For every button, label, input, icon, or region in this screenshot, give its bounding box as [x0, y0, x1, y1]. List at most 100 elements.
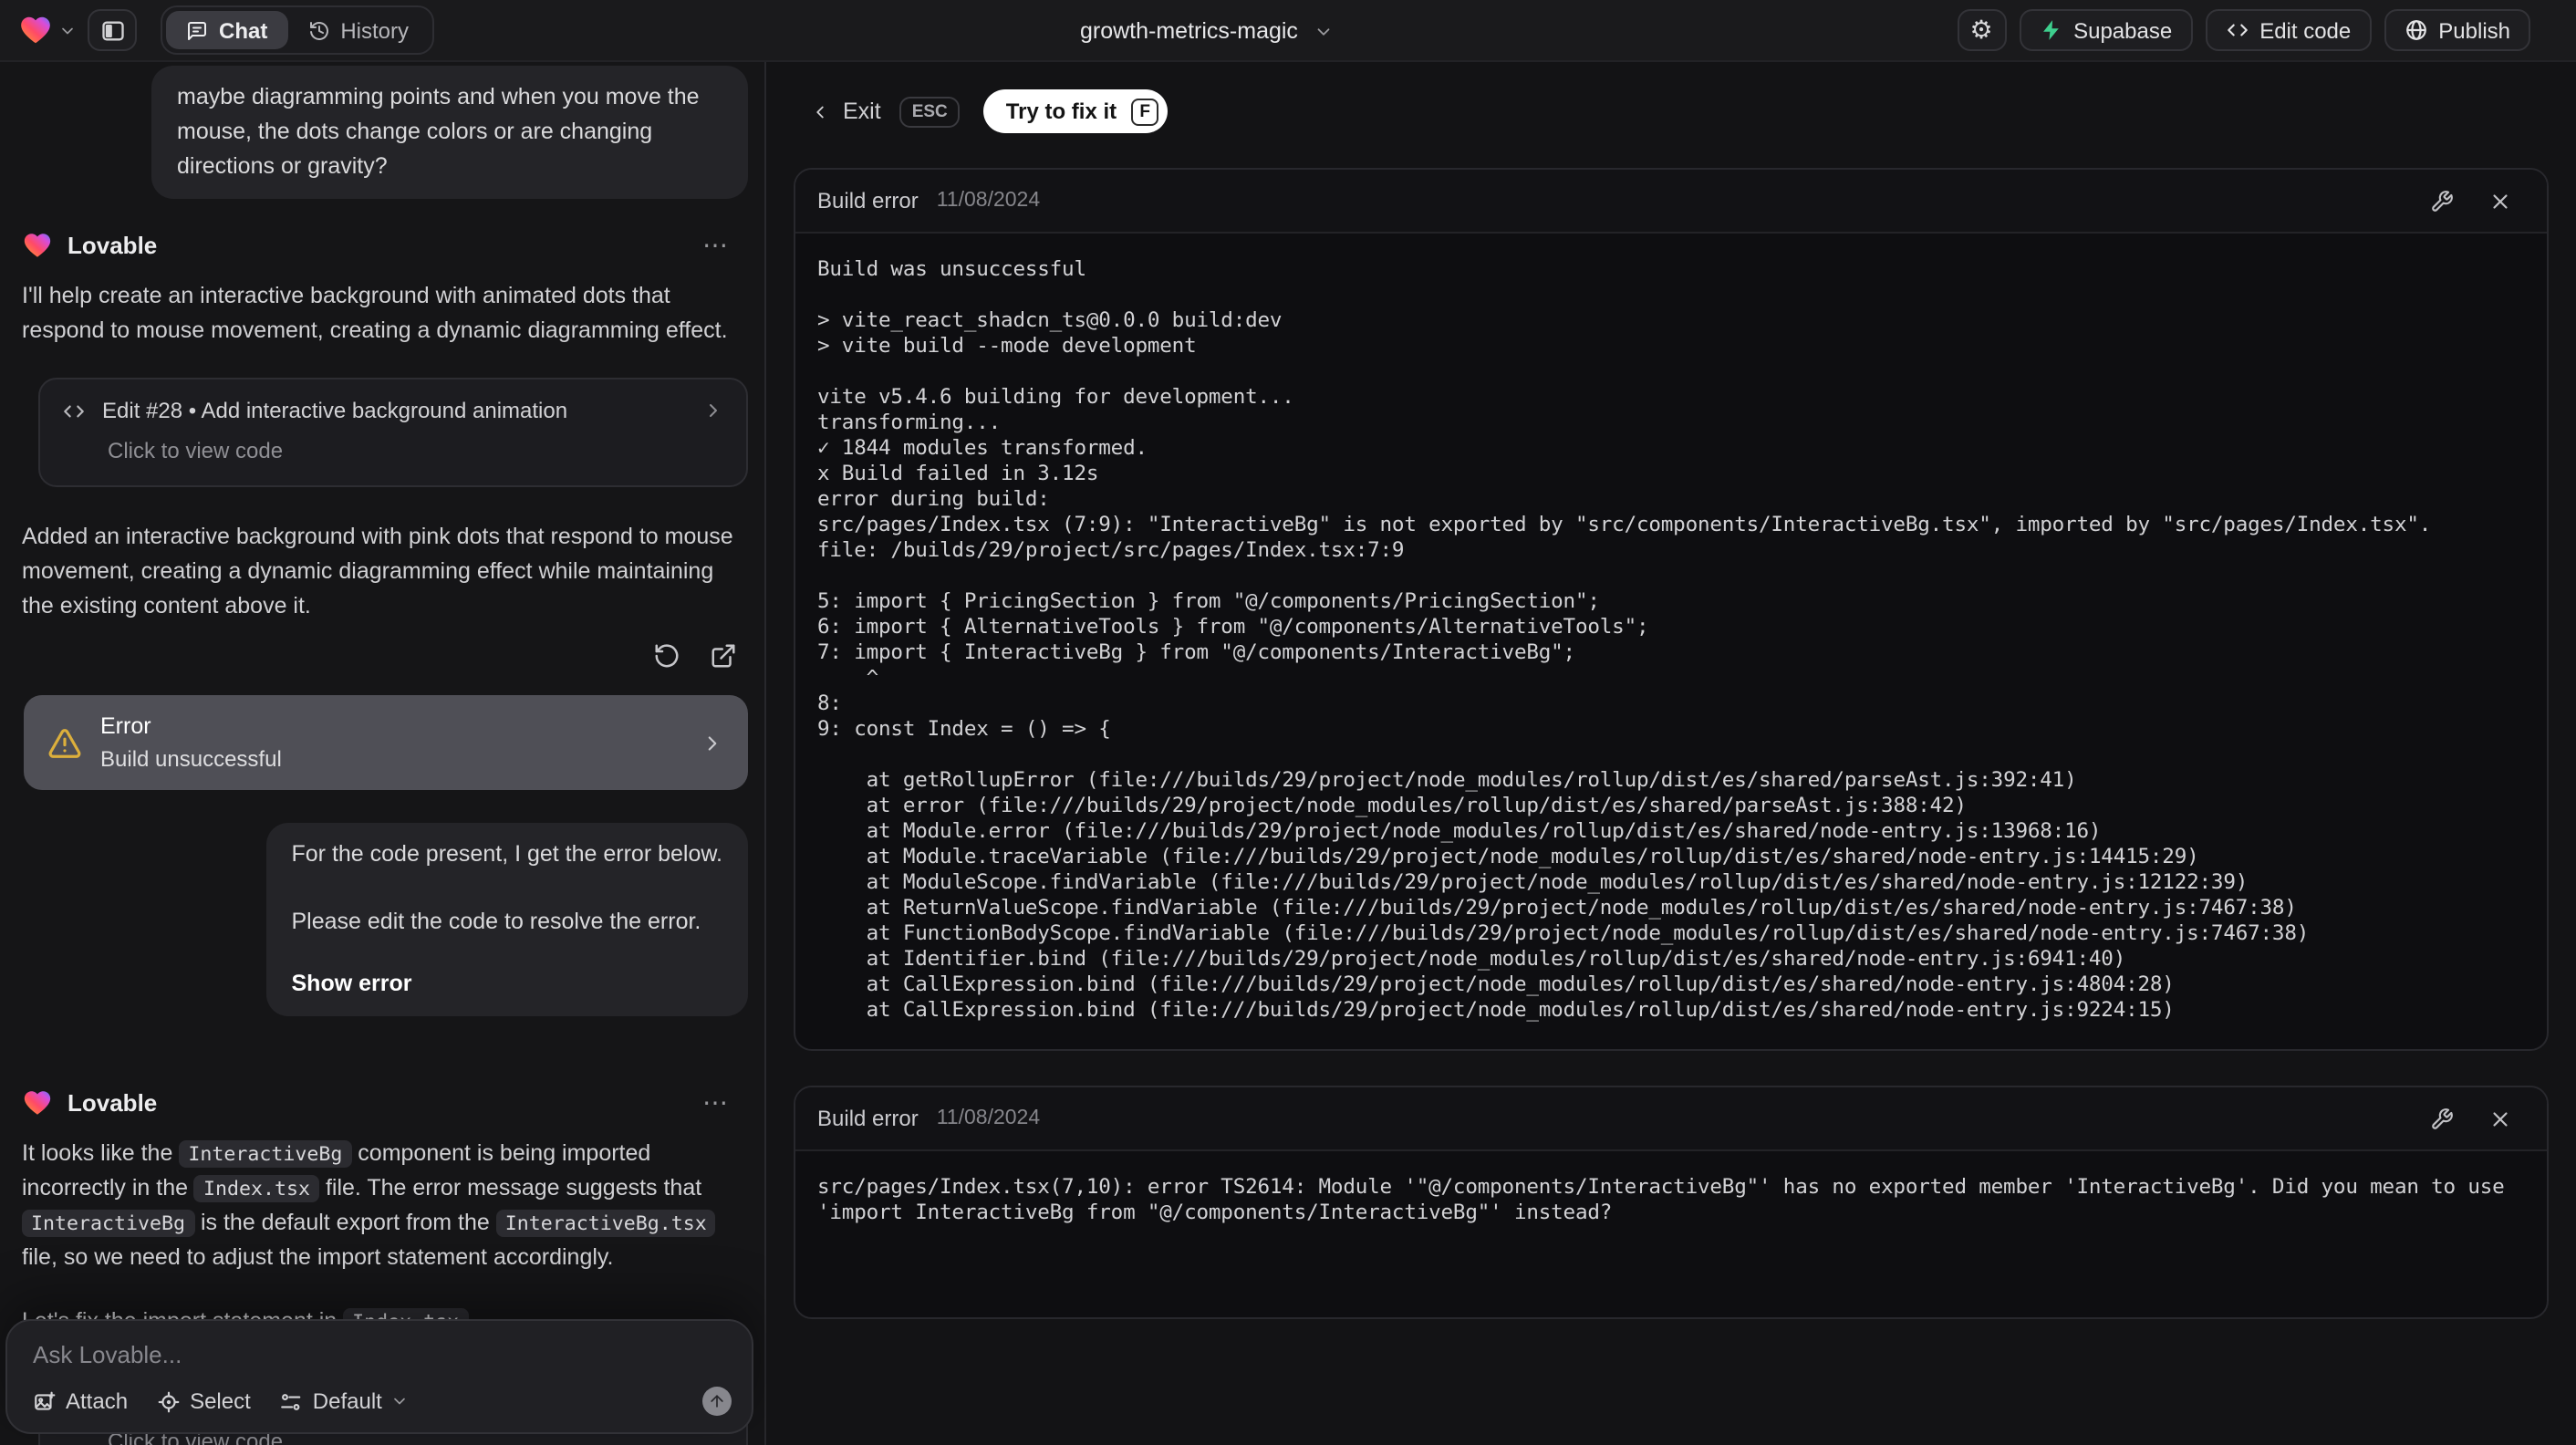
view-switcher: Chat History	[161, 5, 435, 55]
warning-triangle-icon	[47, 725, 82, 760]
top-bar-actions: ⚙ Supabase Edit code Publish	[1957, 9, 2530, 51]
sidebar-toggle-button[interactable]	[88, 9, 137, 51]
assistant-paragraph: Added an interactive background with pin…	[22, 524, 733, 619]
tab-history-label: History	[340, 17, 410, 43]
history-icon	[307, 19, 329, 41]
chat-input-placeholder: Ask Lovable...	[33, 1341, 182, 1368]
gear-icon: ⚙	[1969, 16, 1993, 45]
top-bar: Chat History growth-metrics-magic ⚙ Supa…	[0, 0, 2576, 62]
select-button[interactable]: Select	[157, 1388, 251, 1414]
wrench-icon[interactable]	[2430, 1107, 2454, 1130]
project-selector[interactable]: growth-metrics-magic	[1080, 0, 1335, 62]
lovable-heart-icon	[22, 230, 53, 261]
lovable-heart-icon	[22, 1087, 53, 1118]
chat-icon	[186, 19, 208, 41]
settings-button[interactable]: ⚙	[1957, 9, 2007, 51]
error-card-texts: Error Build unsuccessful	[100, 713, 282, 772]
attach-label: Attach	[66, 1388, 129, 1414]
edit-card-title: Edit #28 • Add interactive background an…	[102, 398, 568, 423]
build-error-card: Build error 11/08/2024 src/pages/Index.t…	[794, 1086, 2549, 1319]
user-message-line: Please edit the code to resolve the erro…	[291, 909, 701, 934]
message-menu-button[interactable]: ⋯	[702, 230, 730, 261]
message-actions	[31, 642, 737, 670]
chat-scroll-area[interactable]: maybe diagramming points and when you mo…	[0, 62, 764, 1445]
wrench-icon[interactable]	[2430, 189, 2454, 213]
supabase-bolt-icon	[2039, 18, 2062, 42]
code-icon	[62, 399, 86, 422]
publish-label: Publish	[2438, 17, 2510, 43]
build-error-actions	[2430, 189, 2525, 213]
exit-label: Exit	[843, 99, 881, 124]
send-button[interactable]	[702, 1387, 732, 1416]
chat-input-box[interactable]: Ask Lovable... Attach Select Default	[5, 1319, 753, 1434]
assistant-message-header: Lovable ⋯	[22, 1087, 748, 1118]
chat-panel: maybe diagramming points and when you mo…	[0, 62, 766, 1445]
tab-chat-label: Chat	[219, 17, 268, 43]
main-area: maybe diagramming points and when you mo…	[0, 62, 2576, 1445]
chevron-down-icon	[1314, 21, 1335, 41]
build-error-header: Build error 11/08/2024	[795, 170, 2547, 234]
build-error-title: Build error	[817, 1106, 919, 1131]
tab-chat[interactable]: Chat	[166, 11, 288, 49]
code-icon	[2225, 18, 2249, 42]
error-card-subtitle: Build unsuccessful	[100, 746, 282, 772]
app-window: Chat History growth-metrics-magic ⚙ Supa…	[0, 0, 2576, 1445]
edit-card-28[interactable]: Edit #28 • Add interactive background an…	[38, 378, 748, 487]
assistant-name: Lovable	[68, 1089, 158, 1117]
supabase-button[interactable]: Supabase	[2019, 9, 2193, 51]
top-bar-left: Chat History	[18, 5, 435, 55]
exit-button[interactable]: Exit ESC	[810, 96, 961, 127]
try-to-fix-label: Try to fix it	[1005, 99, 1117, 124]
tab-history[interactable]: History	[287, 11, 429, 49]
open-preview-icon[interactable]	[710, 642, 737, 670]
build-error-actions	[2430, 1107, 2525, 1130]
edit-card-subtitle: Click to view code	[108, 438, 284, 463]
fix-panel: Exit ESC Try to fix it F Build error 11/…	[766, 62, 2576, 1445]
mode-dropdown[interactable]: Default	[280, 1388, 410, 1414]
edit-card-title-row: Edit #28 • Add interactive background an…	[62, 398, 724, 423]
chevron-right-icon	[702, 400, 724, 421]
chevron-down-icon	[391, 1392, 410, 1410]
project-name: growth-metrics-magic	[1080, 18, 1298, 44]
panel-left-icon	[99, 17, 125, 43]
assistant-paragraph: I'll help create an interactive backgrou…	[22, 283, 728, 343]
sliders-icon	[280, 1389, 304, 1413]
attach-button[interactable]: Attach	[33, 1388, 128, 1414]
assistant-name: Lovable	[68, 232, 158, 259]
error-card-title: Error	[100, 713, 151, 739]
target-icon	[157, 1389, 181, 1413]
f-key-badge: F	[1131, 98, 1159, 125]
lovable-menu[interactable]	[18, 13, 77, 47]
user-message: For the code present, I get the error be…	[265, 823, 748, 1016]
chevron-right-icon	[701, 731, 724, 754]
edit-code-button[interactable]: Edit code	[2205, 9, 2372, 51]
chevron-down-icon	[58, 21, 77, 39]
build-error-log[interactable]: src/pages/Index.tsx(7,10): error TS2614:…	[795, 1151, 2547, 1317]
image-plus-icon	[33, 1389, 57, 1413]
chat-input-toolbar: Attach Select Default	[33, 1387, 732, 1416]
user-message: maybe diagramming points and when you mo…	[151, 66, 748, 199]
globe-icon	[2404, 18, 2427, 42]
message-menu-button[interactable]: ⋯	[702, 1087, 730, 1118]
error-card[interactable]: Error Build unsuccessful	[24, 695, 748, 790]
close-icon[interactable]	[2488, 1107, 2512, 1130]
select-label: Select	[190, 1388, 251, 1414]
close-icon[interactable]	[2488, 189, 2512, 213]
build-error-title: Build error	[817, 188, 919, 213]
fix-panel-header: Exit ESC Try to fix it F	[766, 62, 2576, 133]
mode-label: Default	[312, 1388, 382, 1414]
assistant-message-header: Lovable ⋯	[22, 230, 748, 261]
user-message-line: For the code present, I get the error be…	[291, 841, 723, 867]
esc-key-badge: ESC	[898, 96, 961, 127]
restore-icon[interactable]	[653, 642, 680, 670]
build-error-header: Build error 11/08/2024	[795, 1087, 2547, 1151]
supabase-label: Supabase	[2073, 17, 2173, 43]
lovable-heart-icon	[18, 13, 53, 47]
try-to-fix-button[interactable]: Try to fix it F	[983, 89, 1169, 133]
show-error-link[interactable]: Show error	[292, 967, 723, 1002]
edit-code-label: Edit code	[2259, 17, 2352, 43]
publish-button[interactable]: Publish	[2384, 9, 2530, 51]
build-error-log[interactable]: Build was unsuccessful > vite_react_shad…	[795, 234, 2547, 1049]
build-error-date: 11/08/2024	[936, 1107, 1041, 1129]
build-error-date: 11/08/2024	[936, 190, 1041, 212]
